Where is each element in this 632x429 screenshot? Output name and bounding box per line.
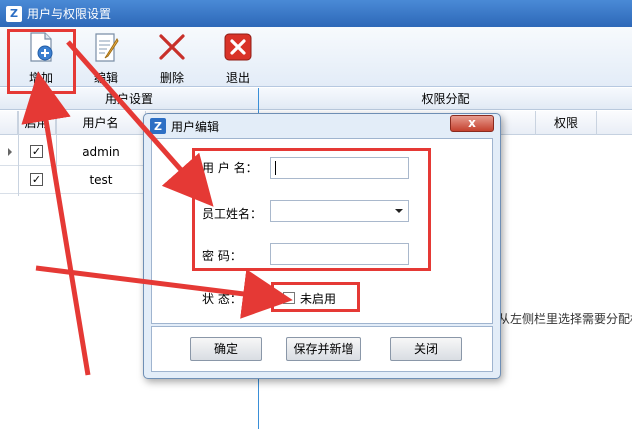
arrow-to-form [66,40,214,207]
arrow-to-add [21,71,91,376]
annotation-arrows [21,40,293,376]
